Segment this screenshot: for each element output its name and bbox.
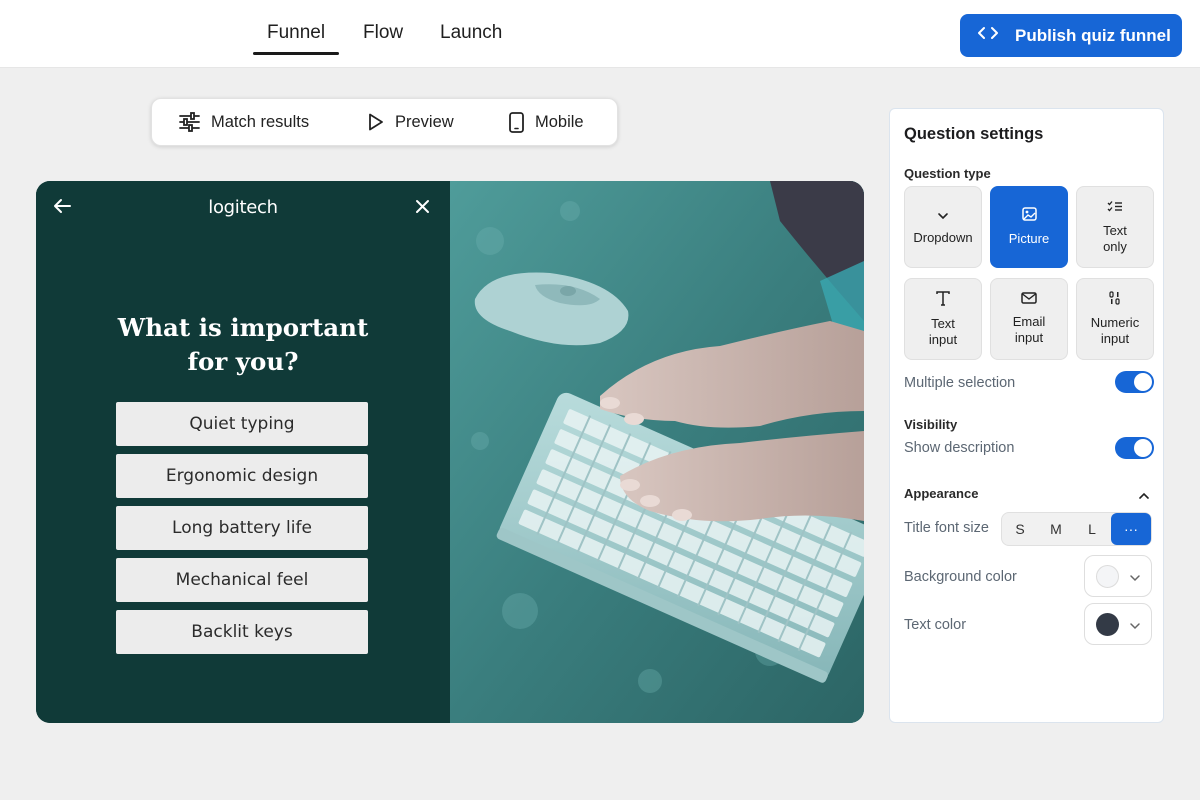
font-size-l[interactable]: L — [1074, 513, 1110, 545]
show-description-toggle[interactable] — [1115, 437, 1154, 459]
tab-launch[interactable]: Launch — [440, 22, 502, 44]
qtype-text-only[interactable]: Text only — [1076, 186, 1154, 268]
numeric-icon — [1108, 291, 1122, 309]
text-icon — [936, 290, 950, 310]
title-font-size-label: Title font size — [904, 520, 989, 536]
show-description-label: Show description — [904, 440, 1015, 456]
qtype-label: Picture — [1008, 231, 1050, 246]
publish-button[interactable]: Publish quiz funnel — [960, 14, 1182, 57]
quiz-image — [450, 181, 864, 723]
tab-flow[interactable]: Flow — [363, 22, 403, 44]
qtype-numeric-input[interactable]: Numeric input — [1076, 278, 1154, 360]
preview-label: Preview — [395, 112, 454, 131]
sliders-icon — [179, 112, 200, 132]
qtype-label: Dropdown — [913, 230, 973, 245]
answer-option[interactable]: Quiet typing — [116, 402, 368, 446]
background-color-swatch — [1096, 565, 1119, 588]
match-results-label: Match results — [211, 112, 310, 131]
play-icon — [369, 113, 383, 131]
background-color-picker[interactable] — [1084, 555, 1152, 597]
chevron-down-icon — [1129, 569, 1141, 587]
mobile-button[interactable]: Mobile — [509, 99, 584, 145]
phone-icon — [509, 111, 524, 133]
background-color-label: Background color — [904, 569, 1017, 585]
font-size-s[interactable]: S — [1002, 513, 1038, 545]
qtype-text-input[interactable]: Text input — [904, 278, 982, 360]
qtype-picture[interactable]: Picture — [990, 186, 1068, 268]
answer-option[interactable]: Ergonomic design — [116, 454, 368, 498]
answer-option[interactable]: Mechanical feel — [116, 558, 368, 602]
qtype-label: Text input — [928, 315, 958, 347]
qtype-email-input[interactable]: Email input — [990, 278, 1068, 360]
title-font-size-selector: S M L ··· — [1001, 512, 1152, 546]
answer-option[interactable]: Long battery life — [116, 506, 368, 550]
qtype-label: Numeric input — [1090, 315, 1140, 346]
text-color-label: Text color — [904, 617, 967, 633]
tab-funnel[interactable]: Funnel — [252, 22, 340, 55]
text-color-swatch — [1096, 613, 1119, 636]
qtype-dropdown[interactable]: Dropdown — [904, 186, 982, 268]
close-icon[interactable] — [415, 199, 430, 219]
settings-title: Question settings — [904, 125, 1044, 143]
image-icon — [1021, 207, 1037, 225]
preview-button[interactable]: Preview — [368, 99, 454, 145]
qtype-label: Email input — [1012, 314, 1046, 345]
question-title: What is important for you? — [117, 313, 369, 376]
quiz-question-panel: logitech What is important for you? Quie… — [36, 181, 450, 723]
question-settings-panel: Question settings Question type Dropdown… — [889, 108, 1164, 723]
match-results-button[interactable]: Match results — [179, 99, 309, 145]
visibility-label: Visibility — [904, 417, 958, 432]
multiple-selection-toggle[interactable] — [1115, 371, 1154, 393]
answer-option[interactable]: Backlit keys — [116, 610, 368, 654]
question-type-label: Question type — [904, 166, 991, 181]
mobile-label: Mobile — [535, 112, 584, 131]
font-size-more[interactable]: ··· — [1111, 513, 1151, 545]
keyboard-photo — [450, 181, 864, 723]
appearance-label: Appearance — [904, 486, 979, 501]
quiz-preview: logitech What is important for you? Quie… — [36, 181, 864, 723]
code-icon — [978, 25, 998, 46]
preview-toolbar: Match results Preview Mobile — [151, 98, 618, 146]
top-bar: Funnel Flow Launch Publish quiz funnel — [0, 0, 1200, 68]
qtype-label: Text only — [1103, 222, 1127, 254]
publish-label: Publish quiz funnel — [1015, 25, 1171, 45]
mail-icon — [1021, 292, 1037, 308]
brand-logo: logitech — [208, 197, 278, 218]
chevron-down-icon — [937, 208, 949, 224]
chevron-down-icon — [1129, 617, 1141, 635]
checklist-icon — [1107, 200, 1123, 217]
text-color-picker[interactable] — [1084, 603, 1152, 645]
chevron-up-icon[interactable] — [1138, 487, 1150, 505]
multiple-selection-label: Multiple selection — [904, 375, 1016, 391]
font-size-m[interactable]: M — [1038, 513, 1074, 545]
